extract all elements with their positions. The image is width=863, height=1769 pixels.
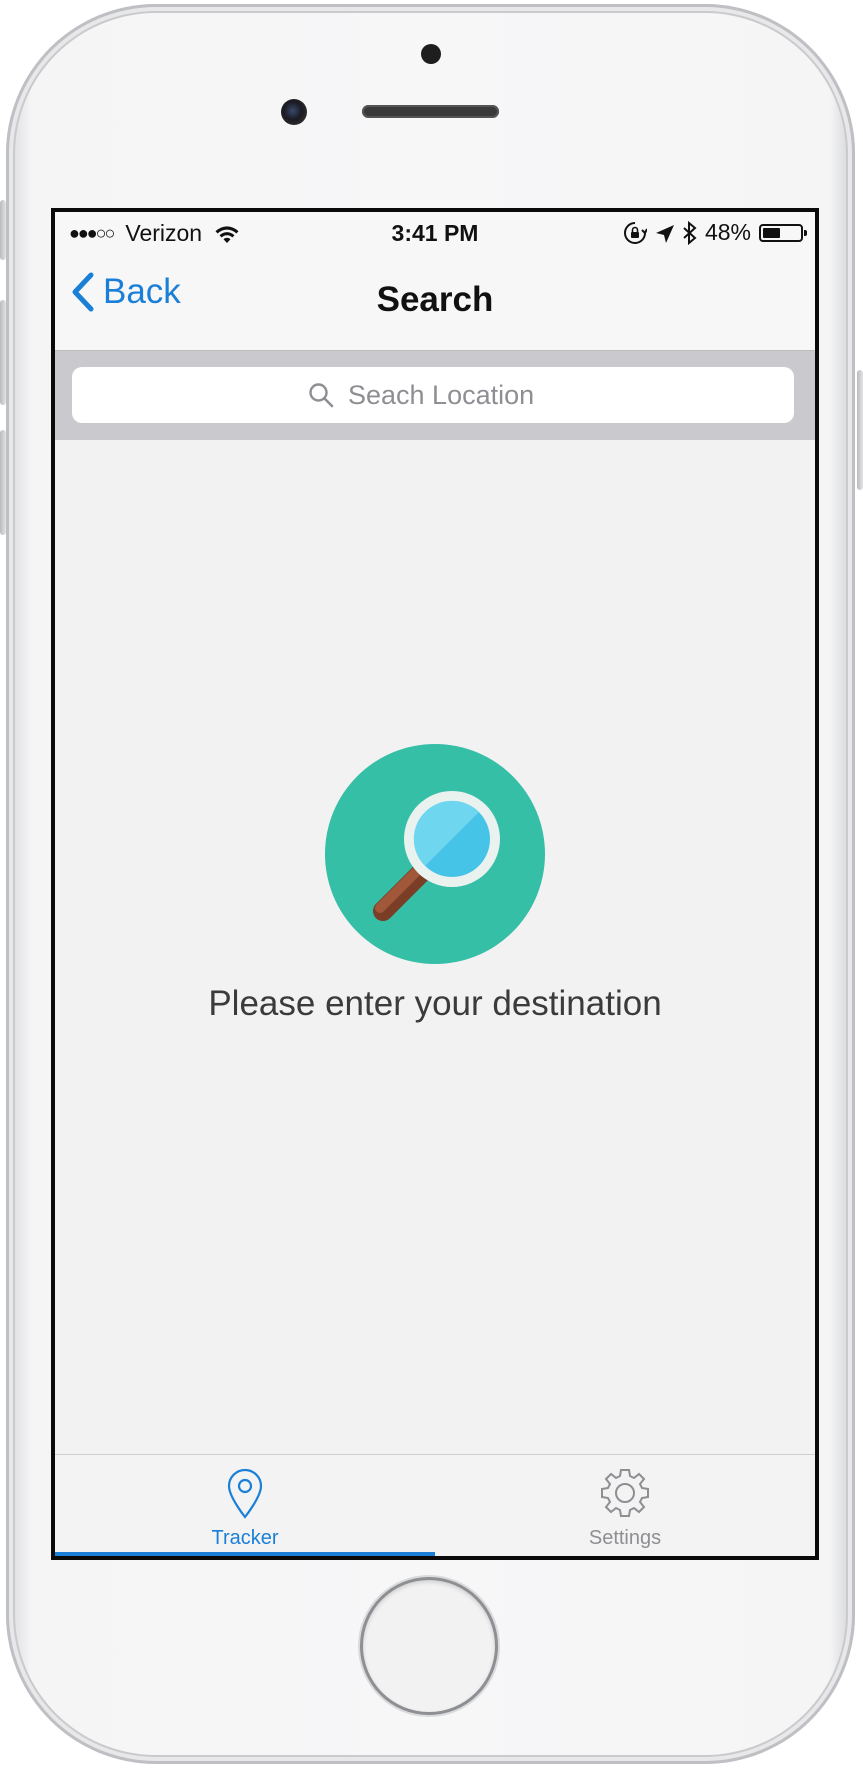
front-camera	[281, 99, 307, 125]
gear-icon	[599, 1467, 651, 1519]
magnifying-glass-icon	[325, 744, 545, 964]
home-button[interactable]	[363, 1580, 495, 1712]
status-right: 48%	[623, 219, 807, 246]
active-tab-indicator	[55, 1552, 435, 1556]
battery-percent: 48%	[704, 219, 751, 245]
battery-tip	[804, 229, 807, 236]
screen: ●●●○○ Verizon 3:41 PM 48% Back Search Se…	[51, 208, 819, 1560]
tab-tracker[interactable]: Tracker	[55, 1455, 435, 1556]
search-icon	[308, 382, 334, 408]
location-arrow-icon	[655, 223, 675, 243]
tab-settings-label: Settings	[588, 1527, 662, 1549]
tab-settings[interactable]: Settings	[435, 1455, 815, 1556]
empty-state-message: Please enter your destination	[208, 984, 662, 1023]
battery-level	[763, 227, 780, 238]
status-bar: ●●●○○ Verizon 3:41 PM 48%	[55, 212, 815, 252]
power-button	[857, 370, 863, 490]
rotation-lock-icon	[623, 221, 648, 245]
navigation-bar: Back Search	[55, 252, 815, 351]
page-title: Search	[376, 280, 494, 319]
tab-tracker-label: Tracker	[211, 1527, 279, 1549]
search-input[interactable]	[348, 379, 558, 411]
search-bar	[55, 351, 815, 440]
earpiece-speaker	[362, 105, 499, 118]
search-field[interactable]	[72, 367, 794, 423]
battery-icon	[759, 223, 807, 242]
tab-bar: Tracker Settings	[55, 1454, 815, 1556]
map-pin-icon	[219, 1467, 271, 1519]
bluetooth-icon	[683, 220, 697, 245]
device-frame: ●●●○○ Verizon 3:41 PM 48% Back Search Se…	[0, 0, 863, 1769]
proximity-sensor	[421, 44, 441, 64]
